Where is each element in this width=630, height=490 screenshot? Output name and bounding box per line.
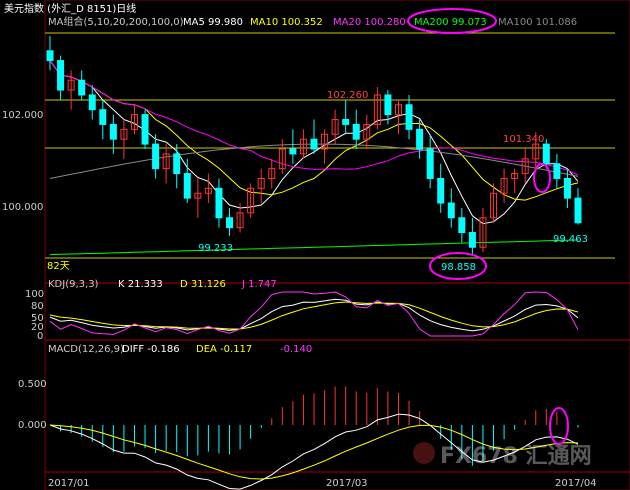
chart-title: 美元指数 (外汇_D 8151)日线: [4, 2, 136, 15]
candle-body: [183, 173, 191, 199]
annotation-last-99463: 99.463: [553, 234, 588, 245]
recent-price-highlight-circle: [533, 163, 551, 193]
ma20-label: MA20 100.280: [333, 17, 406, 28]
kdj-label: KDJ(9,3,3): [48, 279, 99, 290]
macd-panel: [49, 386, 579, 490]
candle-body: [468, 232, 476, 248]
candle-body: [99, 109, 107, 125]
candle-body: [310, 138, 318, 150]
macd-axis-0500: 0.500: [18, 379, 47, 390]
kdj-j-line: [49, 291, 579, 337]
candle-body: [88, 94, 96, 111]
price-axis-label-102: 102.000: [2, 110, 43, 121]
ma5-label: MA5 99.980: [183, 17, 243, 28]
candle-body: [289, 148, 297, 155]
kdj-k-line: [49, 298, 579, 332]
annotation-high-102260: 102.260: [327, 90, 368, 101]
price-axis-label-100: 100.000: [2, 202, 43, 213]
time-axis-2017-01: 2017/01: [48, 478, 90, 489]
chart-canvas[interactable]: 102.000 100.000 100 80 50 20 0 0.500 0.0…: [0, 0, 630, 490]
days-count-label: 82天: [47, 261, 70, 272]
candle-body: [553, 163, 561, 179]
kdj-d-value: D 31.126: [180, 279, 226, 290]
kdj-d-line: [49, 301, 579, 330]
ma20-line: [49, 60, 579, 176]
watermark-logo-icon: [413, 442, 435, 464]
candle-body: [447, 202, 455, 219]
candle-body: [78, 79, 86, 96]
ma-combo-label: MA组合(5,10,20,200,100,0): [48, 15, 184, 28]
kdj-panel: [49, 291, 579, 337]
candle-body: [405, 104, 413, 130]
kdj-k-value: K 21.333: [118, 279, 163, 290]
candle-body: [542, 143, 550, 165]
kdj-axis-80: 80: [31, 301, 44, 312]
candlestick-series: [46, 36, 582, 255]
annotation-low-98858: 98.858: [441, 262, 476, 273]
candle-body: [384, 94, 392, 116]
moving-average-lines: [49, 60, 579, 256]
macd-histogram-value: -0.140: [280, 344, 312, 355]
watermark-text: FX678 汇通网: [440, 444, 592, 469]
macd-highlight-circle: [549, 407, 569, 445]
ma200-label: MA200 99.073: [414, 17, 487, 28]
ma100-label: MA100 101.086: [498, 17, 577, 28]
macd-label: MACD(12,26,9): [48, 344, 124, 355]
candle-body: [342, 119, 350, 125]
annotation-high-101340: 101.340: [503, 134, 544, 145]
time-axis-2017-03: 2017/03: [326, 478, 368, 489]
candle-body: [109, 123, 117, 140]
candle-body: [57, 60, 65, 91]
macd-dea-value: DEA -0.117: [196, 344, 252, 355]
candle-body: [416, 128, 424, 150]
candle-body: [215, 187, 223, 219]
candle-body: [173, 153, 181, 175]
ma10-label: MA10 100.352: [250, 17, 323, 28]
candle-body: [426, 148, 434, 179]
kdj-axis-0: 0: [37, 331, 43, 342]
candle-body: [563, 177, 571, 199]
candle-body: [574, 197, 582, 224]
candle-body: [437, 177, 445, 204]
candle-body: [46, 50, 54, 62]
candle-body: [141, 114, 149, 145]
time-axis-2017-04: 2017/04: [555, 478, 597, 489]
ma200-line: [49, 239, 579, 256]
plot-frame: [44, 0, 630, 490]
candle-body: [458, 217, 466, 234]
macd-axis-0000: 0.000: [18, 420, 47, 431]
watermark: FX678 汇通网: [413, 442, 592, 469]
macd-diff-value: DIFF -0.186: [122, 344, 180, 355]
kdj-axis-100: 100: [25, 289, 44, 300]
candle-body: [152, 143, 160, 170]
candle-body: [226, 217, 234, 229]
kdj-j-value: J 1.747: [241, 279, 277, 290]
stock-chart-window: 102.000 100.000 100 80 50 20 0 0.500 0.0…: [0, 0, 630, 490]
annotation-low-99233: 99.233: [198, 243, 233, 254]
candle-body: [352, 123, 360, 140]
